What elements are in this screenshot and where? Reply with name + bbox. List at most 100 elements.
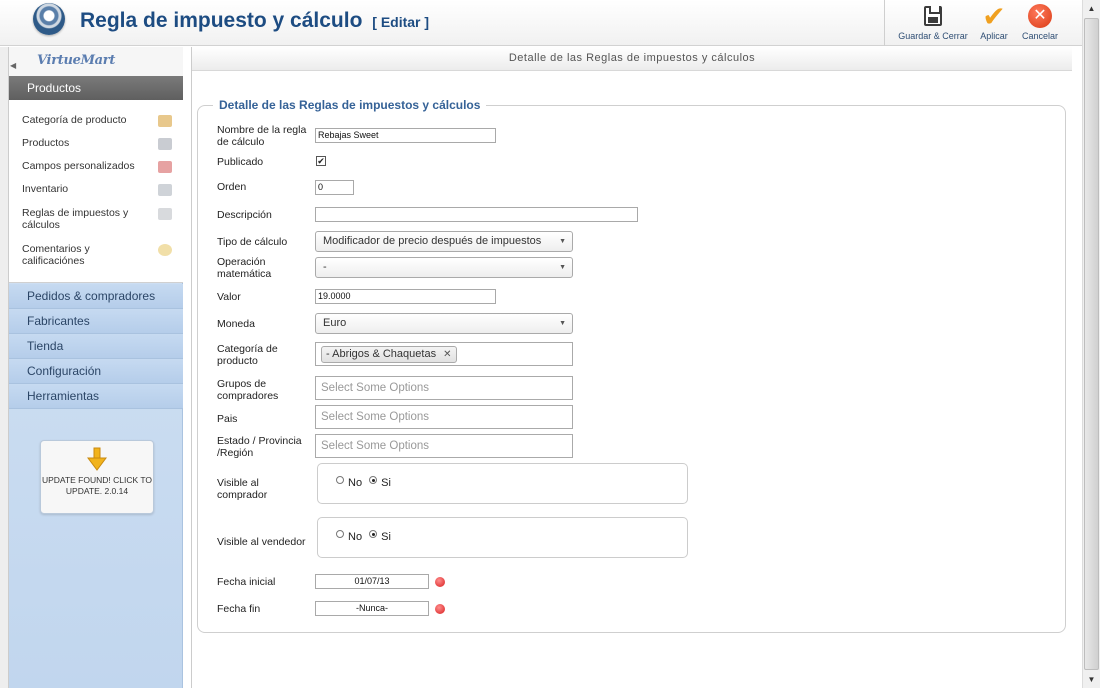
main-content: Detalle de las Reglas de impuestos y cál… [191,47,1082,688]
category-icon [158,115,172,127]
update-notice-text: UPDATE FOUND! CLICK TO UPDATE. 2.0.14 [41,475,153,496]
save-disk-icon [924,6,942,26]
radio-yes-label: Si [381,477,391,489]
scroll-thumb[interactable] [1084,18,1099,670]
visible-vendor-no-radio[interactable] [336,530,344,538]
sidebar-toggle-strip[interactable] [0,47,9,688]
calc-type-label: Tipo de cálculo [217,236,288,248]
sidebar: ◀ VirtueMart Productos Categoría de prod… [9,47,183,688]
sidebar-item-label: Campos personalizados [22,160,135,172]
published-label: Publicado [217,156,264,168]
name-label: Nombre de la regla de cálculo [217,124,307,148]
chevron-down-icon: ▼ [559,320,566,327]
sidebar-item-label: Inventario [22,183,69,195]
visible-shopper-label: Visible al comprador [217,477,268,501]
currency-select[interactable]: Euro ▼ [315,313,573,334]
math-op-value: - [323,261,327,273]
page-scrollbar[interactable]: ▲ ▼ [1082,0,1100,688]
sidebar-item-campos[interactable]: Campos personalizados [22,160,172,173]
visible-vendor-radios: No Si [336,530,395,543]
cancel-x-icon: ✕ [1028,4,1052,28]
collapse-arrow-icon[interactable]: ◀ [10,61,16,70]
country-label: Pais [217,413,238,425]
sidebar-item-comentarios[interactable]: Comentarios y calificaciónes [22,243,172,267]
groups-label: Grupos de compradores [217,378,279,402]
chevron-down-icon: ▼ [559,264,566,271]
end-date-input[interactable]: -Nunca- [315,601,429,616]
update-notice-button[interactable]: UPDATE FOUND! CLICK TO UPDATE. 2.0.14 [40,440,154,514]
tab-title[interactable]: Detalle de las Reglas de impuestos y cál… [192,47,1072,71]
tax-rules-icon [158,208,172,220]
country-multiselect[interactable]: Select Some Options [315,405,573,429]
currency-label: Moneda [217,318,255,330]
sidebar-item-label: Productos [22,137,70,149]
save-close-label: Guardar & Cerrar [898,31,968,41]
value-label: Valor [217,291,241,303]
math-op-label: Operación matemática [217,256,272,280]
sidebar-item-configuracion[interactable]: Configuración [9,359,183,384]
start-date-label: Fecha inicial [217,576,276,588]
products-icon [158,138,172,150]
visible-shopper-no-radio[interactable] [336,476,344,484]
calc-type-select[interactable]: Modificador de precio después de impuest… [315,231,573,252]
page-title: Regla de impuesto y cálculo [ Editar ] [80,9,429,33]
currency-value: Euro [323,317,347,329]
math-op-select[interactable]: - ▼ [315,257,573,278]
order-label: Orden [217,181,247,193]
remove-chip-icon[interactable]: ✕ [443,349,451,360]
visible-shopper-group: No Si [317,463,688,504]
toolbar: Guardar & Cerrar ✔ Aplicar ✕ Cancelar [884,0,1064,46]
sidebar-item-categoria[interactable]: Categoría de producto [22,114,172,127]
published-checkbox[interactable]: ✔ [316,156,326,166]
name-input[interactable]: Rebajas Sweet [315,128,496,143]
sidebar-item-label: Comentarios y calificaciónes [22,243,90,267]
chevron-down-icon: ▼ [559,238,566,245]
sidebar-item-label: Reglas de impuestos y cálculos [22,207,129,231]
order-input[interactable]: 0 [315,180,354,195]
checkmark-icon: ✔ [982,1,1006,32]
visible-vendor-yes-radio[interactable] [369,530,378,538]
sidebar-item-fabricantes[interactable]: Fabricantes [9,309,183,334]
header: Regla de impuesto y cálculo [ Editar ] G… [0,0,1082,46]
visible-shopper-yes-radio[interactable] [369,476,378,484]
start-date-input[interactable]: 01/07/13 [315,574,429,589]
sidebar-item-pedidos[interactable]: Pedidos & compradores [9,284,183,309]
description-label: Descripción [217,209,272,221]
sidebar-item-inventario[interactable]: Inventario [22,183,172,196]
sidebar-item-reglas[interactable]: Reglas de impuestos y cálculos [22,207,172,231]
sidebar-item-productos[interactable]: Productos [22,137,172,150]
category-label: Categoría de producto [217,343,278,367]
virtuemart-logo: VirtueMart [37,53,116,68]
clear-end-date-icon[interactable] [435,604,445,614]
clear-start-date-icon[interactable] [435,577,445,587]
sidebar-item-label: Categoría de producto [22,114,127,126]
save-close-button[interactable]: Guardar & Cerrar [890,0,976,46]
apply-button[interactable]: ✔ Aplicar [976,0,1012,46]
scroll-down-arrow-icon[interactable]: ▼ [1083,671,1100,688]
sidebar-item-tienda[interactable]: Tienda [9,334,183,359]
scroll-up-arrow-icon[interactable]: ▲ [1083,0,1100,17]
groups-multiselect[interactable]: Select Some Options [315,376,573,400]
state-label: Estado / Provincia /Región [217,435,302,459]
page-title-text: Regla de impuesto y cálculo [80,9,363,32]
category-multiselect[interactable]: - Abrigos & Chaquetas ✕ [315,342,573,366]
apply-label: Aplicar [980,31,1008,41]
description-input[interactable] [315,207,638,222]
visible-vendor-group: No Si [317,517,688,558]
sidebar-item-herramientas[interactable]: Herramientas [9,384,183,409]
radio-yes-label: Si [381,531,391,543]
cancel-label: Cancelar [1021,31,1059,41]
value-input[interactable]: 19.0000 [315,289,496,304]
products-submenu: Categoría de producto Productos Campos p… [9,100,183,283]
fieldset-legend: Detalle de las Reglas de impuestos y cál… [213,98,487,112]
state-multiselect[interactable]: Select Some Options [315,434,573,458]
sidebar-section-productos[interactable]: Productos [9,76,183,100]
edit-tag: [ Editar ] [372,14,430,30]
inventory-icon [158,184,172,196]
reviews-icon [158,244,172,256]
download-arrow-icon [87,447,107,471]
calc-type-value: Modificador de precio después de impuest… [323,235,542,247]
category-chip: - Abrigos & Chaquetas ✕ [321,346,457,363]
custom-fields-icon [158,161,172,173]
cancel-button[interactable]: ✕ Cancelar [1016,0,1064,46]
